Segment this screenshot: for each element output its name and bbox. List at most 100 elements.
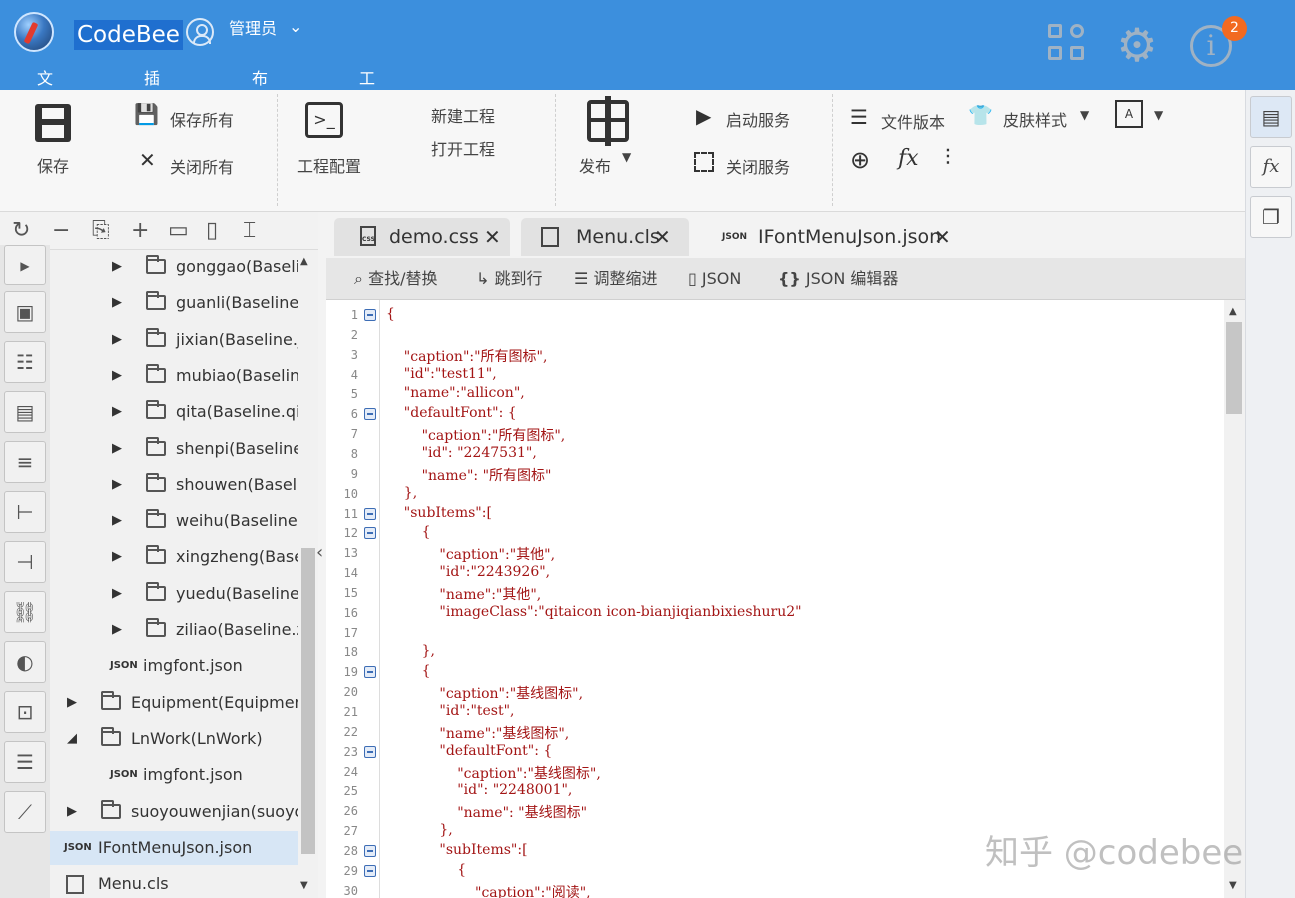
stop-service-button[interactable]: 关闭服务 bbox=[726, 154, 790, 178]
find-replace-button[interactable]: ⌕ 查找/替换 bbox=[354, 258, 437, 300]
tree-item[interactable]: ◢ LnWork(LnWork) bbox=[50, 722, 298, 756]
collapsed-arrow-icon[interactable]: ▶ bbox=[112, 432, 122, 466]
collapsed-arrow-icon[interactable]: ▶ bbox=[112, 323, 122, 357]
fold-toggle-icon[interactable] bbox=[364, 527, 376, 540]
collapsed-arrow-icon[interactable]: ▶ bbox=[112, 540, 122, 574]
focus-icon[interactable]: ⊡ bbox=[4, 691, 46, 733]
palette-icon[interactable]: ◐ bbox=[4, 641, 46, 683]
tree-item[interactable]: JSON IFontMenuJson.json bbox=[50, 830, 298, 865]
tshirt-icon[interactable]: 👕 bbox=[968, 103, 993, 127]
tree-item[interactable]: ▶ jixian(Baseline.ji bbox=[50, 323, 298, 357]
tree-item[interactable]: ▶ xingzheng(Basel bbox=[50, 540, 298, 574]
collapsed-arrow-icon[interactable]: ▶ bbox=[112, 359, 122, 393]
json-editor-button[interactable]: {} JSON 编辑器 bbox=[778, 258, 898, 300]
panel-splitter[interactable]: ‹ bbox=[316, 212, 326, 898]
layout-panel-icon[interactable]: ▣ bbox=[4, 291, 46, 333]
link-icon[interactable]: ⛓ bbox=[4, 591, 46, 633]
stop-service-icon[interactable] bbox=[694, 152, 714, 172]
rename-icon[interactable]: ⌶ bbox=[243, 218, 256, 243]
tree-item[interactable]: ▶ gonggao(Baselir bbox=[50, 250, 298, 284]
publish-caret-icon[interactable]: ▼ bbox=[622, 150, 631, 164]
collapsed-arrow-icon[interactable]: ▶ bbox=[112, 468, 122, 502]
fold-toggle-icon[interactable] bbox=[364, 507, 376, 520]
sliders-icon[interactable]: ⫶ bbox=[945, 146, 951, 171]
add-icon[interactable]: + bbox=[131, 218, 149, 243]
tree-item[interactable]: ▶ yuedu(Baseline. bbox=[50, 577, 298, 611]
function-fx-icon[interactable]: fx bbox=[898, 146, 919, 171]
translate-caret-icon[interactable]: ▼ bbox=[1154, 108, 1163, 122]
tree-item[interactable]: ▶ mubiao(Baseline bbox=[50, 359, 298, 393]
tree-view-icon[interactable]: ⊢ bbox=[4, 491, 46, 533]
open-project-button[interactable]: 打开工程 bbox=[431, 136, 495, 160]
editor-scrollbar-thumb[interactable] bbox=[1226, 322, 1242, 414]
tree-item[interactable]: ▶ shouwen(Baselir bbox=[50, 468, 298, 502]
collapsed-arrow-icon[interactable]: ▶ bbox=[112, 395, 122, 429]
tree-item[interactable]: ▶ ziliao(Baseline.zi bbox=[50, 613, 298, 647]
start-service-button[interactable]: 启动服务 bbox=[726, 107, 790, 131]
user-icon[interactable] bbox=[186, 18, 214, 46]
json-button[interactable]: ▯ JSON bbox=[688, 258, 741, 300]
collapsed-arrow-icon[interactable]: ▶ bbox=[112, 504, 122, 538]
collapse-panel-icon[interactable]: ‹ bbox=[316, 542, 323, 563]
tree-item[interactable]: JSON imgfont.json bbox=[50, 649, 298, 683]
tree-item[interactable]: ▶ suoyouwenjian(suoyou bbox=[50, 795, 298, 829]
settings-gear-icon[interactable]: ⚙ bbox=[1112, 20, 1162, 70]
text-format-icon[interactable]: ☷ bbox=[4, 341, 46, 383]
tree-item[interactable]: JSON imgfont.json bbox=[50, 758, 298, 792]
tab-demo-css[interactable]: CSS demo.css ✕ bbox=[334, 218, 510, 256]
settings-sliders-icon[interactable]: ☰ bbox=[4, 741, 46, 783]
copy-icon[interactable]: ⎘ bbox=[92, 218, 110, 243]
document-panel-icon[interactable]: ▤ bbox=[1250, 96, 1292, 138]
align-center-icon[interactable]: ⊕ bbox=[850, 146, 870, 174]
tree-item[interactable]: ▶ Equipment(Equipment bbox=[50, 686, 298, 720]
collapsed-arrow-icon[interactable]: ▶ bbox=[67, 686, 77, 720]
start-service-icon[interactable]: ▶ bbox=[696, 104, 711, 128]
tab-ifontmenujson[interactable]: JSON IFontMenuJson.json ✕ bbox=[700, 218, 966, 256]
outline-icon[interactable]: ⊣ bbox=[4, 541, 46, 583]
apps-grid-icon[interactable] bbox=[1045, 20, 1095, 70]
goto-line-button[interactable]: ↳ 跳到行 bbox=[476, 258, 543, 300]
skin-caret-icon[interactable]: ▼ bbox=[1080, 108, 1089, 122]
tree-item[interactable]: Menu.cls bbox=[50, 867, 298, 898]
tree-item[interactable]: ▶ qita(Baseline.qit bbox=[50, 395, 298, 429]
publish-icon[interactable] bbox=[587, 96, 629, 146]
save-button[interactable]: 保存 bbox=[37, 153, 69, 177]
close-icon[interactable]: ✕ bbox=[654, 218, 671, 256]
chart-line-icon[interactable]: ⟋ bbox=[4, 791, 46, 833]
project-config-icon[interactable]: >_ bbox=[305, 102, 343, 138]
project-config-button[interactable]: 工程配置 bbox=[297, 153, 361, 177]
close-icon[interactable]: ✕ bbox=[934, 218, 951, 256]
tree-scrollbar-thumb[interactable] bbox=[301, 548, 315, 854]
close-icon[interactable]: ✕ bbox=[484, 218, 501, 256]
scroll-up-icon[interactable]: ▲ bbox=[300, 256, 308, 267]
chevron-down-icon[interactable]: ⌄ bbox=[289, 17, 302, 36]
close-all-button[interactable]: 关闭所有 bbox=[170, 154, 234, 178]
collapsed-arrow-icon[interactable]: ▶ bbox=[112, 250, 122, 284]
fold-toggle-icon[interactable] bbox=[364, 864, 376, 877]
collapsed-arrow-icon[interactable]: ▶ bbox=[67, 795, 77, 829]
expand-arrow-icon[interactable]: ▶ bbox=[4, 245, 46, 285]
save-all-button[interactable]: 保存所有 bbox=[170, 107, 234, 131]
close-all-icon[interactable]: ✕ bbox=[139, 148, 156, 172]
collapsed-arrow-icon[interactable]: ▶ bbox=[112, 286, 122, 320]
tree-item[interactable]: ▶ weihu(Baseline. bbox=[50, 504, 298, 538]
fold-toggle-icon[interactable] bbox=[364, 666, 376, 679]
file-version-icon[interactable]: ☰ bbox=[850, 105, 868, 129]
tree-item[interactable]: ▶ shenpi(Baseline. bbox=[50, 432, 298, 466]
scroll-down-icon[interactable]: ▼ bbox=[1229, 880, 1237, 891]
publish-button[interactable]: 发布 bbox=[579, 153, 611, 177]
file-version-button[interactable]: 文件版本 bbox=[881, 109, 945, 133]
code-editor[interactable]: 1 2 3 4 5 6 7 8 9 10 11 12 13 14 15 16 17 18 19 20 21 22 23 24 2… bbox=[326, 300, 1245, 898]
tab-menu-cls[interactable]: Menu.cls ✕ bbox=[521, 218, 689, 256]
collapsed-arrow-icon[interactable]: ▶ bbox=[112, 613, 122, 647]
fold-toggle-icon[interactable] bbox=[364, 844, 376, 857]
refresh-icon[interactable]: ↻ bbox=[12, 218, 30, 243]
indent-button[interactable]: ☰ 调整缩进 bbox=[574, 258, 657, 300]
expanded-arrow-icon[interactable]: ◢ bbox=[67, 722, 77, 756]
skin-style-button[interactable]: 皮肤样式 bbox=[1003, 107, 1067, 131]
fold-toggle-icon[interactable] bbox=[364, 745, 376, 758]
collapsed-arrow-icon[interactable]: ▶ bbox=[112, 577, 122, 611]
windows-panel-icon[interactable]: ❐ bbox=[1250, 196, 1292, 238]
new-folder-icon[interactable]: ▭ bbox=[168, 218, 189, 243]
user-name[interactable]: 管理员 bbox=[229, 19, 277, 39]
